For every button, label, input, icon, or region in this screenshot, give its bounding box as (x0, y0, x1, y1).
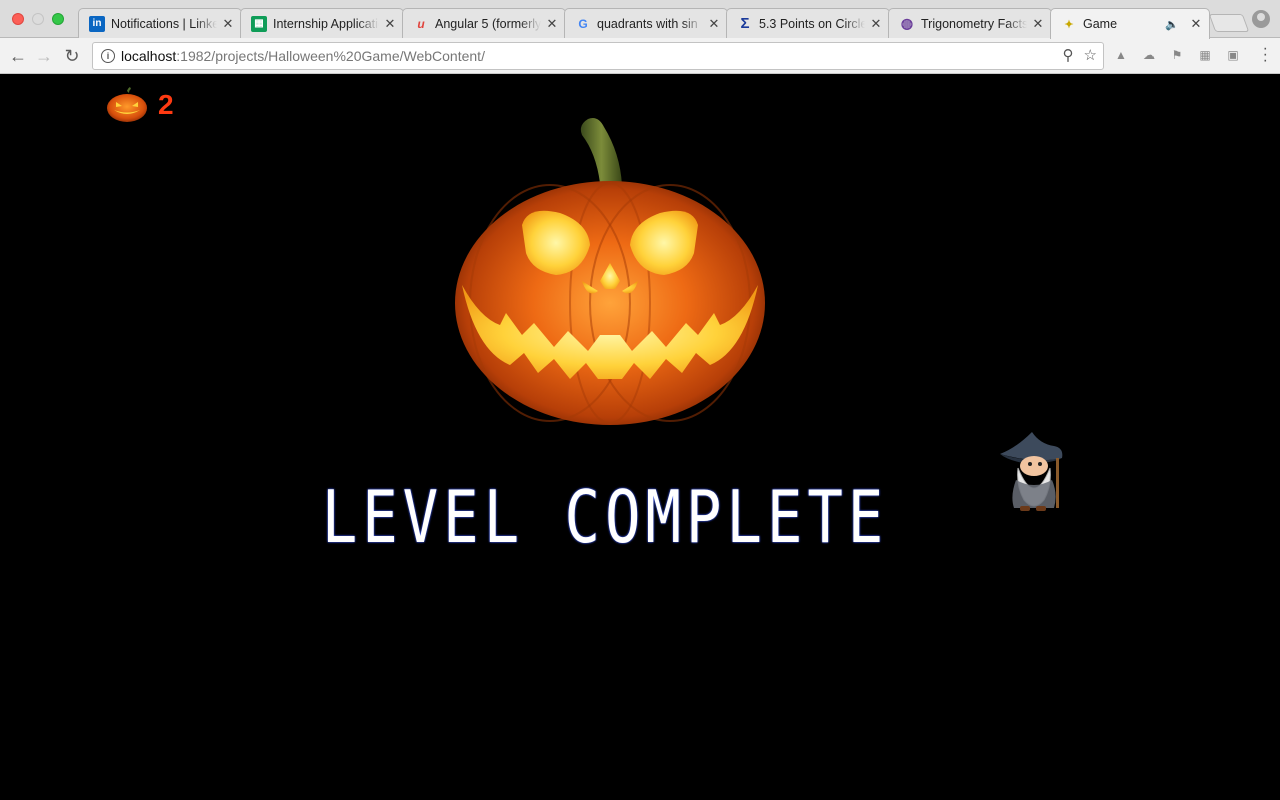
audio-playing-icon[interactable]: 🔈 (1165, 18, 1179, 31)
extension-icon[interactable]: ⚑ (1168, 46, 1186, 64)
pumpkin-counter: 2 (106, 87, 174, 123)
new-tab-button[interactable] (1208, 14, 1250, 32)
google-icon: G (578, 16, 588, 31)
tab-title: quadrants with sin (597, 16, 698, 31)
close-icon[interactable]: ✕ (869, 16, 883, 31)
close-window-button[interactable] (12, 13, 24, 25)
extension-icon[interactable]: ▦ (1196, 46, 1214, 64)
extensions-bar: ▲ ☁ ⚑ ▦ ▣ (1112, 46, 1242, 64)
url-path: :1982/projects/Halloween%20Game/WebConte… (176, 48, 485, 64)
tab-trigonometry[interactable]: ◍ Trigonometry Facts ✕ (888, 8, 1052, 38)
minimize-window-button[interactable] (32, 13, 44, 25)
drive-icon[interactable]: ☁ (1140, 46, 1158, 64)
pumpkin-count: 2 (158, 89, 174, 120)
address-bar[interactable]: i localhost :1982/projects/Halloween%20G… (92, 42, 1104, 70)
forward-icon[interactable]: → (32, 44, 56, 68)
extension-icon[interactable]: ▲ (1112, 46, 1130, 64)
close-icon[interactable]: ✕ (545, 16, 559, 31)
close-icon[interactable]: ✕ (221, 16, 235, 31)
close-icon[interactable]: ✕ (1189, 16, 1203, 31)
tab-title: 5.3 Points on Circle (759, 16, 865, 31)
wizard-character-icon (1000, 432, 1063, 511)
zoom-icon[interactable]: ⚲ (1063, 46, 1074, 64)
tab-title: Notifications | LinkedIn (111, 16, 217, 31)
sigma-icon: Σ (740, 15, 750, 32)
bookmark-star-icon[interactable]: ☆ (1084, 46, 1097, 64)
info-icon[interactable]: i (101, 49, 115, 63)
extension-icon[interactable]: ▣ (1224, 46, 1242, 64)
reload-icon[interactable]: ↻ (60, 44, 84, 68)
menu-icon[interactable]: · · · (1263, 41, 1268, 69)
level-complete-message: LEVEL COMPLETE (321, 475, 889, 559)
linkedin-icon: in (89, 15, 105, 32)
globe-icon: ◍ (900, 15, 914, 31)
tab-linkedin[interactable]: in Notifications | LinkedIn ✕ (78, 8, 242, 38)
tab-google[interactable]: G quadrants with sin ✕ (564, 8, 728, 38)
close-icon[interactable]: ✕ (707, 16, 721, 31)
tab-title: Game (1083, 17, 1118, 31)
sheets-icon: ▦ (251, 15, 267, 32)
close-icon[interactable]: ✕ (383, 16, 397, 31)
back-icon[interactable]: ← (6, 44, 30, 68)
jack-o-lantern-icon (455, 118, 765, 425)
tab-title: Internship Applications (273, 16, 379, 31)
browser-tab-strip: in Notifications | LinkedIn ✕ ▦ Internsh… (0, 0, 1280, 39)
url-host: localhost (121, 48, 177, 64)
tab-points-circle[interactable]: Σ 5.3 Points on Circle ✕ (726, 8, 890, 38)
tab-title: Angular 5 (formerly (435, 16, 541, 31)
browser-toolbar: ← → ↻ i localhost :1982/projects/Hallowe… (0, 38, 1280, 74)
tab-title: Trigonometry Facts (921, 16, 1027, 31)
game-canvas[interactable]: 2 LEVEL COMPLETE (0, 75, 1280, 800)
tab-angular[interactable]: u Angular 5 (formerly ✕ (402, 8, 566, 38)
profile-icon[interactable] (1252, 10, 1270, 28)
close-icon[interactable]: ✕ (1031, 16, 1045, 31)
udemy-icon: u (417, 16, 425, 31)
game-icon: ✦ (1064, 18, 1074, 31)
tab-internship[interactable]: ▦ Internship Applications ✕ (240, 8, 404, 38)
maximize-window-button[interactable] (52, 13, 64, 25)
tab-game[interactable]: ✦ Game 🔈 ✕ (1050, 8, 1210, 39)
pumpkin-icon (107, 87, 147, 122)
